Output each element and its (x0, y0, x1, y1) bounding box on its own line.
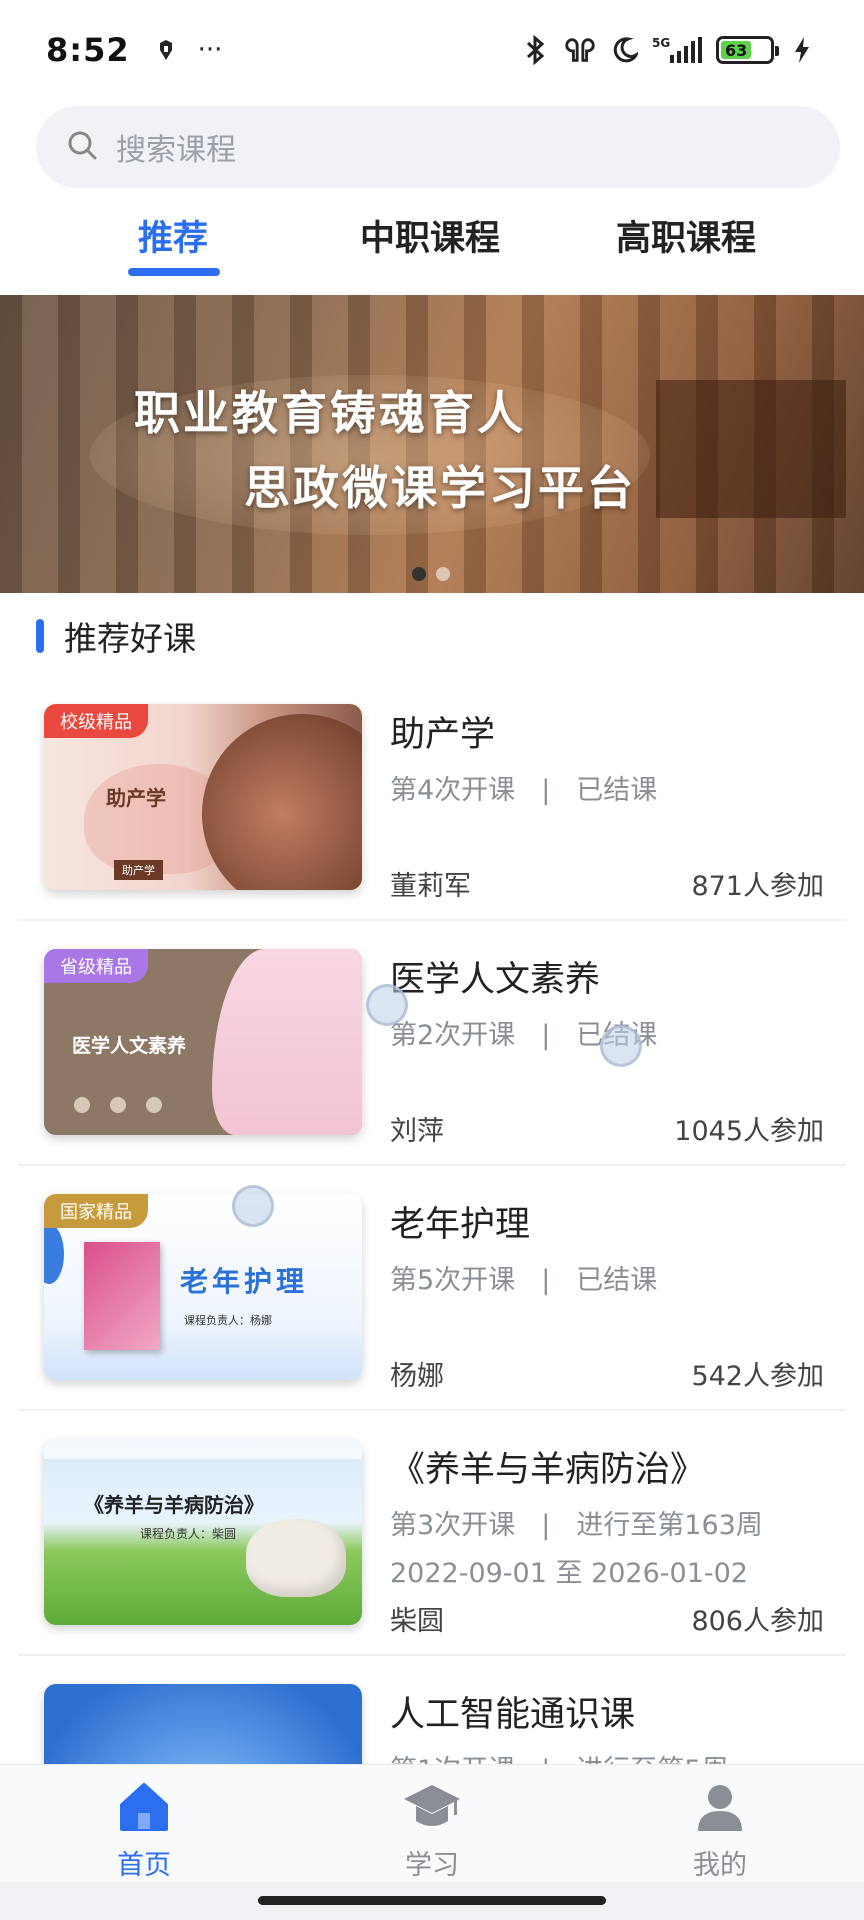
course-teacher: 董莉军 (390, 871, 471, 902)
course-card[interactable]: 医学人文素养 省级精品 医学人文素养 第2次开课|已结课 刘萍 1045人参加 (18, 921, 846, 1166)
quality-badge: 校级精品 (44, 704, 148, 738)
meta-separator: | (541, 1265, 551, 1296)
do-not-disturb-moon-icon (608, 34, 640, 66)
banner-dot[interactable] (436, 567, 450, 581)
thumbnail-subtitle: 课程负责人：柴圆 (140, 1527, 237, 1541)
banner-title-line2: 思政微课学习平台 (244, 461, 636, 515)
course-thumbnail: 《养羊与羊病防治》 课程负责人：柴圆 (44, 1439, 362, 1625)
course-status: 已结课 (576, 775, 658, 806)
thumbnail-title: 《养羊与羊病防治》 (84, 1493, 264, 1517)
gesture-bar (0, 1882, 864, 1920)
quality-badge: 国家精品 (44, 1194, 148, 1228)
svg-text:5G: 5G (652, 36, 670, 50)
banner-dot[interactable] (412, 567, 426, 581)
nav-profile-label: 我的 (693, 1850, 747, 1881)
course-session: 第2次开课 (390, 1020, 516, 1051)
course-teacher: 柴圆 (390, 1606, 444, 1637)
nav-study[interactable]: 学习 (288, 1765, 576, 1882)
sheep-image (246, 1519, 346, 1597)
course-meta: 第3次开课 | 进行至第163周 (390, 1503, 763, 1542)
course-thumbnail: 老年护理 课程负责人：杨娜 国家精品 (44, 1194, 362, 1380)
course-teacher: 刘萍 (390, 1116, 444, 1147)
bottom-navigation: 首页 学习 我的 (0, 1764, 864, 1882)
thumbnail-title: 助产学 (106, 786, 166, 810)
signal-5g-icon: 5G (652, 34, 704, 66)
category-tabs: 推荐 中职课程 高职课程 (0, 200, 864, 280)
banner-title-line1: 职业教育铸魂育人 (134, 386, 526, 440)
course-card[interactable]: 助产学 助产学 校级精品 助产学 第4次开课 | 已结课 董莉军 871人参加 (18, 676, 846, 921)
course-meta: 第5次开课 | 已结课 (390, 1258, 657, 1297)
tab-higher-vocational[interactable]: 高职课程 (616, 210, 756, 261)
course-title: 老年护理 (390, 1205, 531, 1245)
tab-recommended[interactable]: 推荐 (138, 210, 208, 261)
course-card[interactable]: 老年护理 课程负责人：杨娜 国家精品 老年护理 第5次开课 | 已结课 杨娜 542… (18, 1166, 846, 1411)
course-participants: 1045人参加 (674, 1116, 824, 1147)
book-cover-image (84, 1242, 160, 1350)
nav-profile[interactable]: 我的 (576, 1765, 864, 1882)
quality-badge: 省级精品 (44, 949, 148, 983)
section-header: 推荐好课 (36, 616, 196, 658)
touch-indicator (600, 1025, 642, 1067)
nav-study-label: 学习 (405, 1850, 459, 1881)
nav-home-label: 首页 (117, 1850, 171, 1881)
thumbnail-subtitle: 课程负责人：杨娜 (184, 1314, 272, 1327)
course-session: 第4次开课 (390, 775, 516, 806)
status-time: 8:52 (46, 31, 130, 69)
course-teacher: 杨娜 (390, 1361, 444, 1392)
battery-icon: 63 (716, 36, 779, 64)
section-accent-bar (36, 619, 44, 653)
meta-separator: | (541, 1020, 551, 1051)
more-notifications-icon: ··· (197, 35, 223, 65)
tab-secondary-vocational[interactable]: 中职课程 (360, 210, 500, 261)
course-participants: 542人参加 (691, 1361, 824, 1392)
search-input[interactable]: 搜索课程 (116, 125, 236, 169)
graduation-cap-icon (402, 1779, 462, 1839)
battery-level: 63 (721, 41, 752, 60)
nav-home[interactable]: 首页 (0, 1765, 288, 1882)
course-title: 医学人文素养 (390, 960, 601, 1000)
charging-icon (786, 34, 818, 66)
course-title: 《养羊与羊病防治》 (390, 1450, 706, 1490)
thumbnail-title: 老年护理 (180, 1265, 309, 1298)
course-meta: 第4次开课 | 已结课 (390, 768, 657, 807)
section-title: 推荐好课 (64, 619, 196, 658)
app-notification-icon (150, 34, 182, 66)
search-bar[interactable]: 搜索课程 (36, 106, 840, 188)
banner-pagination (412, 567, 450, 581)
course-thumbnail: 医学人文素养 省级精品 (44, 949, 362, 1135)
course-card[interactable]: 《养羊与羊病防治》 课程负责人：柴圆 《养羊与羊病防治》 第3次开课 | 进行至第1… (18, 1411, 846, 1656)
course-participants: 806人参加 (691, 1606, 824, 1637)
home-icon (116, 1779, 172, 1839)
promo-banner[interactable]: 职业教育铸魂育人 思政微课学习平台 (0, 295, 864, 593)
home-indicator[interactable] (258, 1896, 606, 1905)
tab-active-indicator (128, 268, 220, 276)
touch-indicator (232, 1185, 274, 1227)
course-participants: 871人参加 (691, 871, 824, 902)
user-icon (692, 1779, 748, 1839)
course-status: 已结课 (576, 1265, 658, 1296)
course-title: 助产学 (390, 715, 496, 755)
earbuds-icon (564, 34, 596, 66)
meta-separator: | (541, 775, 551, 806)
course-status: 进行至第163周 (576, 1510, 763, 1541)
thumbnail-subtitle: 助产学 (114, 860, 163, 880)
course-session: 第5次开课 (390, 1265, 516, 1296)
search-icon (66, 129, 98, 165)
meta-separator: | (541, 1510, 551, 1541)
thumbnail-title: 医学人文素养 (72, 1035, 187, 1057)
bluetooth-icon (520, 34, 552, 66)
course-session: 第3次开课 (390, 1510, 516, 1541)
course-thumbnail: 助产学 助产学 校级精品 (44, 704, 362, 890)
status-bar: 8:52 ··· 5G 63 (0, 0, 864, 100)
course-dates: 2022-09-01 至 2026-01-02 (390, 1558, 748, 1589)
touch-indicator (366, 984, 408, 1026)
course-title: 人工智能通识课 (390, 1695, 636, 1735)
